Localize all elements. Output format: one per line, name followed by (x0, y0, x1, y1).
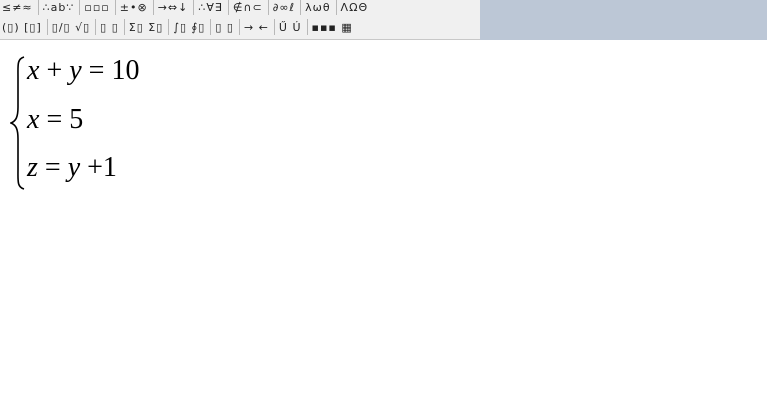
toolbar-separator (37, 0, 39, 15)
set-theory-palette-button[interactable]: ∉∩⊂ (231, 0, 266, 16)
products-set-templates-button[interactable]: Ű Ú (277, 18, 305, 36)
equals-ten: = 10 (81, 55, 140, 86)
toolbar-separator (46, 19, 48, 35)
fraction-radical-templates-button[interactable]: ▯/▯ √▯ (50, 18, 93, 36)
logical-palette-button[interactable]: ∴∀∃ (196, 0, 225, 16)
equation-line-1: x + y = 10 (27, 55, 139, 87)
spaces-ellipses-palette-button[interactable]: ∴ab∵ (41, 0, 78, 16)
variable-z: z (27, 152, 38, 183)
embellishments-palette-button[interactable]: ▫▫▫ (82, 0, 112, 16)
operator-equals: = (37, 152, 68, 183)
misc-symbols-palette-button[interactable]: ∂∞ℓ (271, 0, 298, 16)
equation-editing-area[interactable]: x + y = 10 x = 5 z = y +1 (0, 41, 767, 420)
equation-system[interactable]: x + y = 10 x = 5 z = y +1 (10, 55, 180, 191)
toolbar-separator (114, 0, 116, 15)
toolbar-separator (123, 19, 125, 35)
toolbar-separator (273, 19, 275, 35)
toolbar-separator (227, 0, 229, 15)
variable-x: x (27, 55, 40, 86)
summation-templates-button[interactable]: Σ▯ Σ▯ (127, 18, 167, 36)
toolbar-separator (95, 19, 97, 35)
matrix-templates-button[interactable]: ▪▪▪ ▦ (310, 18, 356, 36)
subscript-superscript-templates-button[interactable]: ▯ ▯ (98, 18, 122, 36)
underbar-overbar-templates-button[interactable]: ▯ ▯ (213, 18, 237, 36)
greek-uppercase-palette-button[interactable]: ΛΩΘ (339, 0, 372, 16)
left-brace-icon (10, 56, 25, 190)
toolbar-separator (79, 0, 81, 15)
toolbar-separator (152, 0, 154, 15)
equation-line-2: x = 5 (27, 104, 83, 136)
operator-plus: + (39, 55, 70, 86)
integral-templates-button[interactable]: ∫▯ ∮▯ (171, 18, 208, 36)
fence-templates-button[interactable]: (▯) [▯] (0, 18, 45, 36)
equals-five: = 5 (39, 104, 84, 135)
toolbar-empty-area (480, 0, 767, 40)
relations-palette-button[interactable]: ≤≠≈ (0, 0, 36, 16)
toolbar-row-symbols: ≤≠≈ ∴ab∵ ▫▫▫ ±•⊗ →⇔↓ ∴∀∃ ∉∩⊂ ∂∞ℓ λωθ ΛΩΘ (0, 0, 371, 17)
toolbar-separator (267, 0, 269, 15)
plus-one: +1 (80, 152, 117, 183)
operators-palette-button[interactable]: ±•⊗ (118, 0, 151, 16)
variable-y: y (67, 152, 81, 183)
equation-toolbar: ≤≠≈ ∴ab∵ ▫▫▫ ±•⊗ →⇔↓ ∴∀∃ ∉∩⊂ ∂∞ℓ λωθ ΛΩΘ… (0, 0, 480, 40)
toolbar-row-templates: (▯) [▯] ▯/▯ √▯ ▯ ▯ Σ▯ Σ▯ ∫▯ ∮▯ ▯ ▯ → ← Ű… (0, 17, 356, 37)
toolbar-separator (335, 0, 337, 15)
toolbar-separator (168, 19, 170, 35)
variable-y: y (69, 55, 82, 86)
toolbar-separator (306, 19, 308, 35)
greek-lowercase-palette-button[interactable]: λωθ (303, 0, 333, 16)
toolbar-separator (238, 19, 240, 35)
equation-line-3: z = y +1 (27, 152, 117, 184)
arrows-palette-button[interactable]: →⇔↓ (156, 0, 192, 16)
toolbar-separator (193, 0, 195, 15)
labeled-arrow-templates-button[interactable]: → ← (242, 18, 272, 36)
variable-x: x (27, 104, 40, 135)
toolbar-separator (300, 0, 302, 15)
toolbar-separator (210, 19, 212, 35)
